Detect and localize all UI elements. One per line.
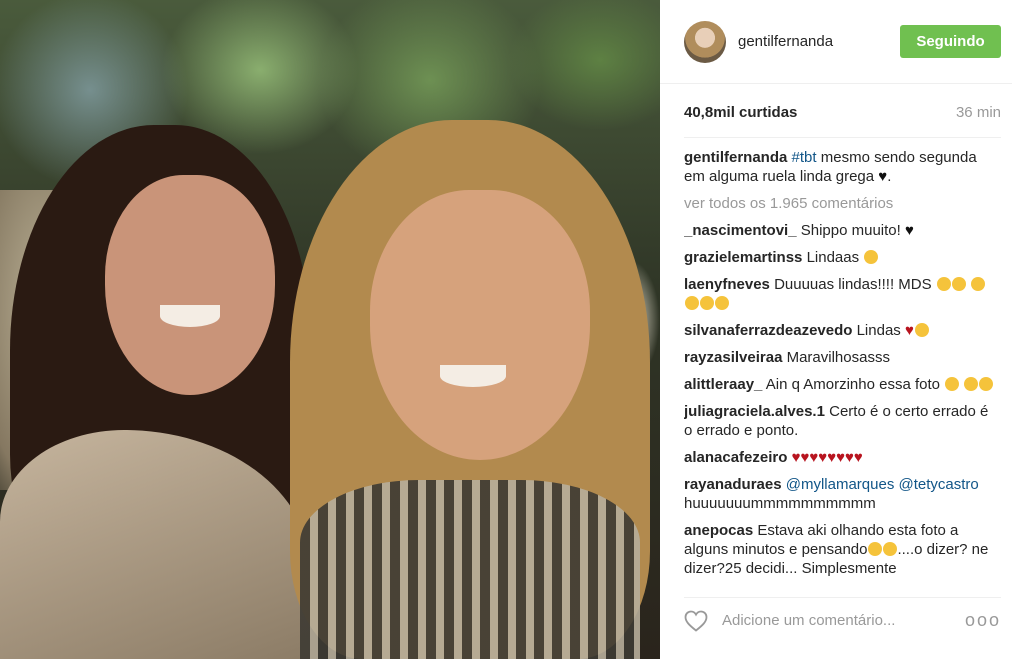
likes-count[interactable]: 40,8mil curtidas (684, 104, 797, 121)
comment-text: Duuuuas lindas!!!! MDS (774, 276, 932, 293)
comment-bar: ooo (684, 597, 1001, 643)
caption-username[interactable]: gentilfernanda (684, 149, 787, 166)
header-username[interactable]: gentilfernanda (738, 33, 900, 50)
post-sidebar: gentilfernanda Seguindo 40,8mil curtidas… (660, 0, 1012, 659)
heart-outline-icon-svg (684, 610, 708, 632)
smiling-face-emoji-icon (864, 250, 879, 264)
comment-username[interactable]: anepocas (684, 522, 753, 539)
list-item: rayzasilveiraa Maravilhosasss (684, 348, 996, 367)
comment-username[interactable]: alanacafezeiro (684, 449, 787, 466)
more-options-icon[interactable]: ooo (965, 610, 1001, 631)
post-stats: 40,8mil curtidas 36 min (684, 104, 1001, 138)
smiling-face-emoji-icon (964, 377, 979, 391)
following-button[interactable]: Seguindo (900, 25, 1001, 58)
screaming-face-emoji-icon (715, 296, 729, 310)
comment-username[interactable]: _nascimentovi_ (684, 222, 797, 239)
list-item: silvanaferrazdeazevedo Lindas ♥ (684, 321, 996, 340)
screaming-face-emoji-icon (685, 296, 699, 310)
list-item: grazielemartinss Lindaas (684, 248, 996, 267)
comment-text: Shippo muuito! (800, 222, 901, 239)
smiling-face-emoji-icon (945, 377, 960, 391)
view-all-comments-link[interactable]: ver todos os 1.965 comentários (684, 194, 996, 213)
comment-username[interactable]: alittleraay_ (684, 376, 762, 393)
post-header: gentilfernanda Seguindo (660, 0, 1012, 84)
comment-text: Lindas (856, 322, 901, 339)
post-time[interactable]: 36 min (956, 104, 1001, 121)
avatar[interactable] (684, 20, 726, 63)
comments-list[interactable]: gentilfernanda #tbt mesmo sendo segunda … (684, 148, 996, 582)
neutral-face-emoji-icon (883, 542, 898, 556)
photo-person-left-smile (160, 305, 220, 327)
list-item: alanacafezeiro ♥♥♥♥♥♥♥♥ (684, 448, 996, 467)
neutral-face-emoji-icon (868, 542, 883, 556)
comment-username[interactable]: rayzasilveiraa (684, 349, 782, 366)
caption-hashtag[interactable]: #tbt (792, 149, 817, 166)
list-item: anepocas Estava aki olhando esta foto a … (684, 521, 996, 578)
comment-username[interactable]: grazielemartinss (684, 249, 802, 266)
screaming-face-emoji-icon (951, 277, 966, 291)
list-item: _nascimentovi_ Shippo muuito! ♥ (684, 221, 996, 240)
heart-outline-icon[interactable] (684, 609, 710, 633)
screaming-face-emoji-icon (700, 296, 714, 310)
comment-username[interactable]: juliagraciela.alves.1 (684, 403, 825, 420)
comment-mention[interactable]: @myllamarques (786, 476, 895, 493)
comment-text: Maravilhosasss (786, 349, 890, 366)
screaming-face-emoji-icon (970, 277, 985, 291)
photo-person-left-face (105, 175, 275, 395)
black-heart-emoji-icon: ♥ (904, 222, 914, 239)
red-hearts-emoji-icon: ♥♥♥♥♥♥♥♥ (791, 449, 863, 466)
photo-person-right-smile (440, 365, 506, 387)
comment-text: Ain q Amorzinho essa foto (765, 376, 940, 393)
photo-person-right-face (370, 190, 590, 460)
comment-input[interactable] (722, 612, 965, 629)
list-item: juliagraciela.alves.1 Certo é o certo er… (684, 402, 996, 440)
caption: gentilfernanda #tbt mesmo sendo segunda … (684, 149, 977, 185)
comment-text: Lindaas (806, 249, 860, 266)
photo-person-right-top (300, 480, 640, 659)
screaming-face-emoji-icon (936, 277, 951, 291)
comment-username[interactable]: rayanaduraes (684, 476, 782, 493)
smiling-face-emoji-icon (979, 377, 994, 391)
post-photo[interactable] (0, 0, 660, 659)
comment-username[interactable]: silvanaferrazdeazevedo (684, 322, 852, 339)
smiling-face-emoji-icon (914, 323, 929, 337)
comment-mention[interactable]: @tetycastro (899, 476, 979, 493)
comment-username[interactable]: laenyfneves (684, 276, 770, 293)
comment-text: huuuuuuummmmmmmmmm (684, 495, 876, 512)
list-item: laenyfneves Duuuuas lindas!!!! MDS (684, 275, 996, 313)
red-heart-emoji-icon: ♥ (904, 322, 914, 339)
list-item: rayanaduraes @myllamarques @tetycastro h… (684, 475, 996, 513)
black-heart-emoji-icon: ♥ (878, 168, 888, 185)
list-item: alittleraay_ Ain q Amorzinho essa foto (684, 375, 996, 394)
